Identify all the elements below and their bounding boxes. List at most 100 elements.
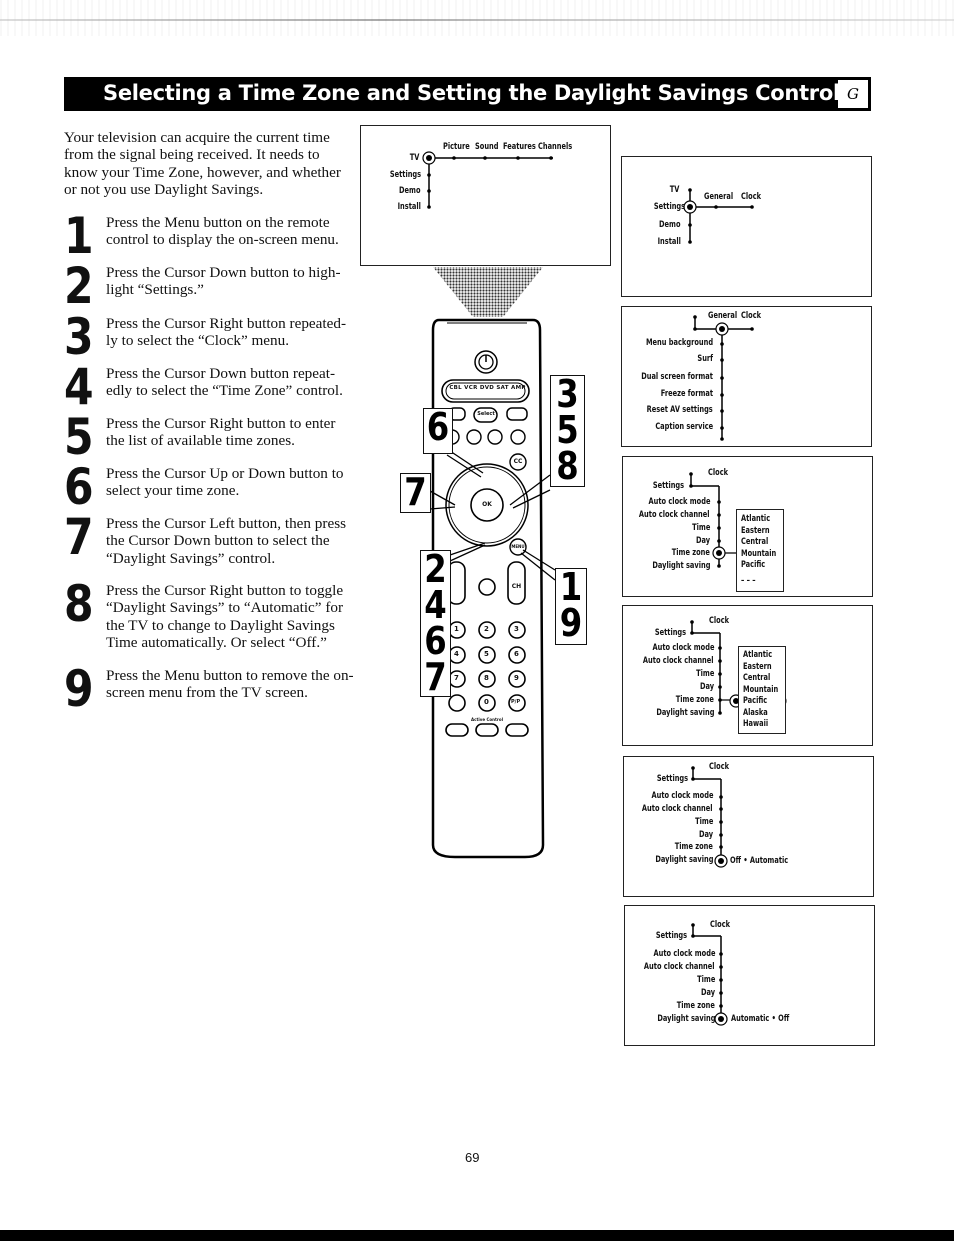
menu-label-tv: TV — [409, 153, 419, 163]
menu-item: Time zone — [671, 548, 710, 558]
menu-tree-lines — [691, 923, 728, 1026]
cc-button[interactable]: CC — [510, 458, 526, 465]
menu-label-settings: Settings — [653, 202, 685, 212]
menu-item: Time zone — [676, 1001, 715, 1011]
step-text: Press the Cursor Right button to enter t… — [106, 415, 336, 450]
menu-label-clock: Clock — [708, 468, 729, 478]
menu-screen-daylight-off: Clock Settings Auto clock mode Auto cloc… — [623, 756, 874, 897]
menu-item: Time — [691, 523, 710, 533]
menu-item: Auto clock channel — [644, 962, 715, 972]
step-text: Press the Cursor Right button repeated-l… — [106, 315, 347, 350]
step-number: 5 — [64, 408, 94, 466]
menu-label-general: General — [708, 311, 738, 321]
menu-label-install: Install — [397, 202, 421, 212]
menu-item: Day — [699, 682, 714, 692]
menu-item: Time — [695, 669, 714, 679]
menu-label-clock: Clock — [709, 762, 730, 772]
menu-item: Caption service — [655, 422, 713, 432]
source-button-amp[interactable]: AMP — [511, 385, 526, 391]
menu-label-sound: Sound — [475, 142, 499, 152]
key-6[interactable]: 6 — [514, 650, 519, 658]
key-4[interactable]: 4 — [454, 650, 459, 658]
menu-label-settings: Settings — [656, 774, 688, 784]
active-control-label: Active Control — [471, 717, 503, 722]
time-zone-option: Mountain — [743, 685, 779, 695]
ok-button[interactable]: OK — [477, 501, 497, 508]
menu-item: Auto clock channel — [639, 510, 710, 520]
callout-step-7: 7 — [400, 473, 431, 513]
key-5[interactable]: 5 — [484, 650, 489, 658]
menu-label-tv: TV — [669, 185, 679, 195]
daylight-saving-value: Automatic • Off — [731, 1014, 790, 1024]
key-pp[interactable]: P/P — [511, 699, 520, 705]
key-2[interactable]: 2 — [484, 625, 489, 633]
scan-artifact — [0, 0, 954, 36]
callout-steps-2-4-6-7: 2 4 6 7 — [420, 550, 451, 697]
menu-label-general: General — [704, 192, 734, 202]
time-zone-list: Atlantic Eastern Central Mountain Pacifi… — [738, 646, 786, 734]
step-number: 8 — [64, 575, 94, 633]
menu-label-demo: Demo — [399, 186, 421, 196]
menu-item: Auto clock channel — [643, 656, 714, 666]
menu-item: Auto clock mode — [653, 949, 715, 959]
step-number: 9 — [64, 660, 94, 718]
step-text: Press the Menu button to remove the on-s… — [106, 667, 354, 702]
step-text: Press the Cursor Left button, then press… — [106, 515, 347, 567]
key-3[interactable]: 3 — [514, 625, 519, 633]
menu-item: Daylight saving — [654, 855, 713, 865]
time-zone-option: Hawaii — [743, 719, 769, 729]
scan-artifact-line — [0, 19, 954, 21]
menu-screen-main: TV Picture Sound Features Channels Setti… — [360, 125, 611, 266]
time-zone-option: Alaska — [743, 708, 768, 718]
time-zone-option: Eastern — [743, 662, 772, 672]
source-button-dvd[interactable]: DVD — [480, 385, 494, 391]
source-button-vcr[interactable]: VCR — [464, 385, 477, 391]
time-zone-option: Atlantic — [743, 650, 773, 660]
step-text: Press the Cursor Right button to toggle … — [106, 582, 344, 651]
time-zone-option: Mountain — [741, 549, 777, 559]
step-text: Press the Cursor Down button to high-lig… — [106, 264, 341, 299]
menu-item: Auto clock mode — [652, 643, 714, 653]
title-banner: Selecting a Time Zone and Setting the Da… — [64, 77, 871, 111]
key-0[interactable]: 0 — [484, 698, 489, 706]
source-button-sat[interactable]: SAT — [496, 385, 508, 391]
step-text: Press the Cursor Up or Down button to se… — [106, 465, 344, 500]
step-text: Press the Cursor Down button repeat-edly… — [106, 365, 343, 400]
menu-label-demo: Demo — [659, 220, 681, 230]
menu-item: Daylight saving — [651, 561, 710, 571]
menu-label-channels: Channels — [538, 142, 573, 152]
channel-button[interactable]: CH — [508, 583, 525, 590]
callout-steps-3-5-8: 3 5 8 — [550, 375, 585, 487]
step-number: 4 — [64, 358, 94, 416]
callout-step-6: 6 — [423, 408, 453, 454]
menu-screen-clock-zone-select: Clock Settings Auto clock mode Auto cloc… — [622, 605, 873, 746]
key-8[interactable]: 8 — [484, 674, 489, 682]
menu-label-settings: Settings — [655, 931, 687, 941]
menu-label-settings: Settings — [389, 170, 421, 180]
key-1[interactable]: 1 — [454, 625, 459, 633]
menu-item: Surf — [697, 354, 713, 364]
intro-paragraph: Your television can acquire the current … — [64, 129, 341, 198]
remote-control-illustration: CBL VCR DVD SAT AMP Select CC OK MENU CH… — [395, 265, 595, 865]
select-button[interactable]: Select — [475, 411, 497, 417]
source-buttons: CBL VCR DVD SAT AMP — [448, 385, 527, 391]
menu-item: Auto clock channel — [642, 804, 713, 814]
menu-item: Reset AV settings — [646, 405, 713, 415]
key-7[interactable]: 7 — [454, 674, 459, 682]
menu-label-settings: Settings — [654, 628, 686, 638]
menu-item: Time zone — [674, 842, 713, 852]
key-9[interactable]: 9 — [514, 674, 519, 682]
time-zone-option: – – – — [741, 576, 756, 586]
time-zone-option: Central — [741, 537, 769, 547]
page-number: 69 — [465, 1150, 480, 1165]
step-number: 7 — [64, 508, 94, 566]
menu-label-settings: Settings — [652, 481, 684, 491]
menu-label-install: Install — [657, 237, 681, 247]
menu-item: Auto clock mode — [648, 497, 710, 507]
footer-bar — [0, 1230, 954, 1241]
menu-screen-clock-timezone: Clock Settings Auto clock mode Auto cloc… — [622, 456, 873, 597]
step-number: 2 — [64, 257, 94, 315]
menu-label-picture: Picture — [443, 142, 470, 152]
source-button-cbl[interactable]: CBL — [449, 385, 462, 391]
menu-button[interactable]: MENU — [510, 544, 526, 549]
